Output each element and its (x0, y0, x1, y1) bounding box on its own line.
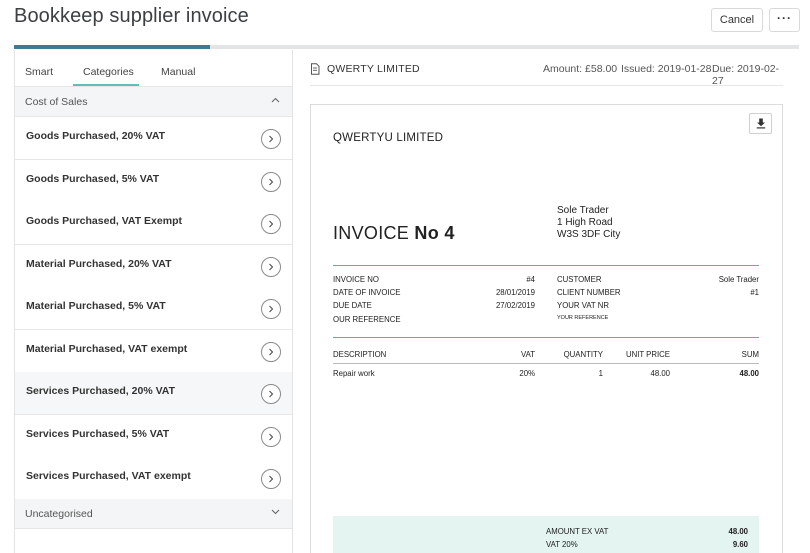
category-label: Goods Purchased, 20% VAT (26, 130, 166, 142)
invoice-due-date: Due: 2019-02-27 (712, 63, 780, 87)
tab-smart[interactable]: Smart (25, 66, 53, 78)
detail-label: DATE OF INVOICE (333, 288, 401, 297)
chevron-right-icon[interactable] (261, 469, 281, 489)
detail-label: CUSTOMER (557, 275, 602, 284)
download-button[interactable] (749, 113, 772, 134)
line-item-vat: 20% (519, 369, 535, 378)
category-item[interactable]: Material Purchased, 5% VAT (15, 287, 292, 330)
group-label: Cost of Sales (25, 96, 88, 108)
tab-bar: Smart Categories Manual (15, 50, 292, 87)
category-item[interactable]: Goods Purchased, VAT Exempt (15, 202, 292, 245)
chevron-right-icon[interactable] (261, 257, 281, 277)
invoice-issued-date: Issued: 2019-01-28 (621, 63, 712, 75)
column-header-quantity: QUANTITY (563, 350, 603, 359)
column-header-sum: SUM (741, 350, 759, 359)
tab-categories[interactable]: Categories (83, 66, 134, 78)
line-item-quantity: 1 (598, 369, 603, 378)
chevron-right-icon[interactable] (261, 342, 281, 362)
chevron-right-icon[interactable] (261, 129, 281, 149)
category-item[interactable]: Services Purchased, 20% VAT (15, 372, 292, 415)
divider (333, 265, 759, 266)
group-uncategorised[interactable]: Uncategorised (15, 499, 292, 529)
invoice-title: INVOICE No 4 (333, 223, 455, 243)
category-label: Services Purchased, 20% VAT (26, 385, 176, 397)
invoice-summary-bar: QWERTY LIMITED Amount: £58.00 Issued: 20… (310, 54, 783, 87)
column-header-vat: VAT (520, 350, 535, 359)
detail-label: CLIENT NUMBER (557, 288, 621, 297)
recipient-address-line: Sole Trader (557, 205, 609, 216)
category-label: Services Purchased, 5% VAT (26, 428, 170, 440)
category-item[interactable]: Material Purchased, VAT exempt (15, 330, 292, 373)
tab-manual[interactable]: Manual (161, 66, 195, 78)
line-item-unit-price: 48.00 (650, 369, 670, 378)
category-label: Material Purchased, VAT exempt (26, 343, 188, 355)
progress-bar-fill (14, 45, 211, 49)
download-icon (756, 118, 765, 129)
chevron-right-icon[interactable] (261, 214, 281, 234)
detail-label: INVOICE NO (333, 275, 379, 284)
document-icon (310, 62, 320, 75)
group-cost-of-sales[interactable]: Cost of Sales (15, 87, 292, 117)
detail-value: #1 (750, 288, 759, 297)
category-item[interactable]: Material Purchased, 20% VAT (15, 245, 292, 288)
chevron-right-icon[interactable] (261, 427, 281, 447)
divider (333, 337, 759, 338)
detail-value: #4 (526, 275, 535, 284)
category-label: Material Purchased, 5% VAT (26, 300, 166, 312)
column-header-description: DESCRIPTION (333, 350, 387, 359)
column-header-unit-price: UNIT PRICE (625, 350, 670, 359)
issuer-company: QWERTYU LIMITED (333, 132, 444, 144)
category-panel: Smart Categories Manual Cost of Sales Go… (14, 50, 293, 553)
detail-value: 27/02/2019 (495, 301, 535, 310)
category-label: Goods Purchased, 5% VAT (26, 173, 160, 185)
total-value: 9.60 (732, 540, 748, 549)
chevron-right-icon[interactable] (261, 384, 281, 404)
chevron-up-icon[interactable] (271, 95, 280, 106)
total-label: VAT 20% (546, 540, 578, 549)
detail-label: DUE DATE (333, 301, 372, 310)
invoice-amount: Amount: £58.00 (543, 63, 618, 75)
detail-value: 28/01/2019 (495, 288, 535, 297)
category-item[interactable]: Goods Purchased, 20% VAT (15, 117, 292, 160)
supplier-name: QWERTY LIMITED (327, 63, 420, 75)
active-tab-indicator (73, 84, 139, 86)
invoice-preview: QWERTYU LIMITED Sole Trader 1 High Road … (310, 104, 783, 553)
group-label: Uncategorised (25, 508, 93, 520)
progress-bar (14, 45, 799, 49)
recipient-address-line: W3S 3DF City (557, 229, 621, 240)
chevron-right-icon[interactable] (261, 172, 281, 192)
category-item[interactable]: Goods Purchased, 5% VAT (15, 160, 292, 203)
divider (333, 363, 759, 364)
totals-section: AMOUNT EX VAT 48.00 VAT 20% 9.60 (333, 516, 759, 553)
category-label: Material Purchased, 20% VAT (26, 258, 172, 270)
more-options-button[interactable]: ··· (769, 8, 800, 32)
chevron-right-icon[interactable] (261, 299, 281, 319)
detail-label: YOUR VAT NR (557, 301, 609, 310)
category-item[interactable]: Services Purchased, VAT exempt (15, 457, 292, 500)
line-item-description: Repair work (333, 369, 375, 378)
category-item[interactable]: Services Purchased, 5% VAT (15, 415, 292, 458)
cancel-button[interactable]: Cancel (711, 8, 763, 32)
category-label: Goods Purchased, VAT Exempt (26, 215, 182, 227)
page-title: Bookkeep supplier invoice (14, 5, 249, 27)
total-label: AMOUNT EX VAT (546, 527, 609, 536)
category-label: Services Purchased, VAT exempt (26, 470, 191, 482)
chevron-down-icon[interactable] (271, 507, 280, 518)
detail-value: Sole Trader (718, 275, 759, 284)
total-value: 48.00 (728, 527, 748, 536)
line-item-sum: 48.00 (739, 369, 759, 378)
recipient-address-line: 1 High Road (557, 217, 613, 228)
detail-label: YOUR REFERENCE (557, 315, 609, 321)
detail-label: OUR REFERENCE (333, 315, 401, 324)
